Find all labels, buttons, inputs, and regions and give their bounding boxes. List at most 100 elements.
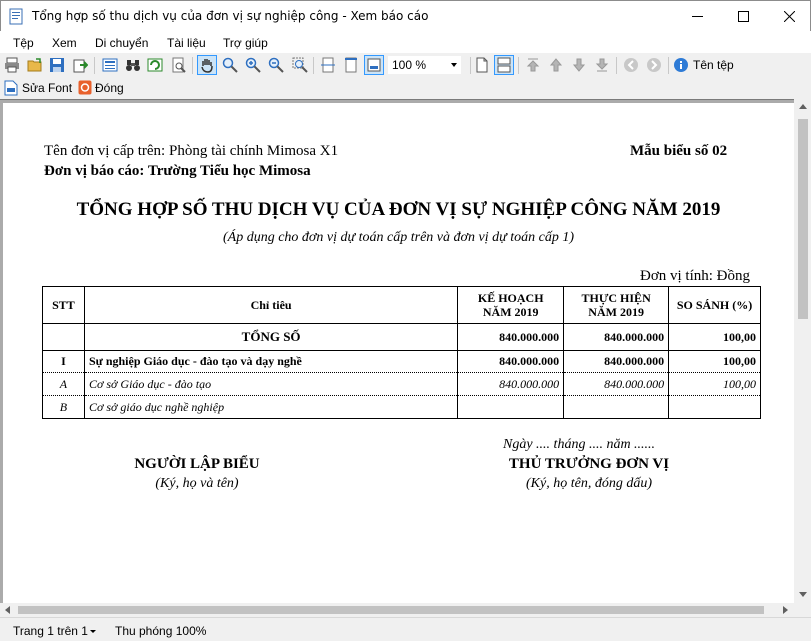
header-actual-line2: NĂM 2019	[588, 305, 644, 319]
table-of-contents-button[interactable]	[100, 55, 120, 75]
form-number: Mẫu biểu số 02	[630, 143, 728, 159]
report-page: Tên đơn vị cấp trên: Phòng tài chính Mim…	[3, 103, 794, 603]
whole-page-button[interactable]	[341, 55, 361, 75]
zoom-combobox[interactable]: 100 %	[387, 55, 462, 75]
date-line: Ngày .... tháng .... năm ......	[503, 437, 656, 452]
zoom-in-button[interactable]	[243, 55, 263, 75]
file-name-label[interactable]: Tên tệp	[693, 58, 734, 72]
zoom-out-button[interactable]	[266, 55, 286, 75]
actual-size-icon	[367, 58, 381, 72]
title-bar: Tổng hợp số thu dịch vụ của đơn vị sự ng…	[0, 0, 811, 31]
row-indicator: TỔNG SỐ	[83, 323, 459, 351]
header-plan-line2: NĂM 2019	[482, 305, 539, 319]
forward-button[interactable]	[644, 55, 664, 75]
save-button[interactable]	[47, 55, 67, 75]
magnifier-icon	[222, 57, 238, 73]
zoom-in-icon	[245, 57, 261, 73]
zoom-out-icon	[268, 57, 284, 73]
scroll-right-icon[interactable]	[783, 606, 788, 614]
head-title: THỦ TRƯỞNG ĐƠN VỊ	[508, 456, 670, 472]
print-button[interactable]	[2, 55, 22, 75]
vertical-scroll-thumb[interactable]	[798, 119, 808, 319]
menu-file[interactable]: Tệp	[13, 36, 34, 50]
file-name-button[interactable]	[671, 55, 691, 75]
menu-navigate[interactable]: Di chuyển	[95, 36, 148, 50]
row-plan: 840.000.000	[457, 372, 565, 396]
horizontal-scroll-thumb[interactable]	[18, 606, 764, 614]
minimize-button[interactable]	[674, 1, 720, 32]
row-stt	[42, 323, 85, 351]
row-indicator: Cơ sở Giáo dục - đào tạo	[83, 372, 459, 396]
back-button[interactable]	[621, 55, 641, 75]
refresh-button[interactable]	[145, 55, 165, 75]
last-page-button[interactable]	[592, 55, 612, 75]
row-stt: B	[42, 395, 85, 419]
row-actual	[563, 395, 670, 419]
secondary-toolbar: Sửa Font Đóng	[0, 78, 811, 99]
row-stt: A	[42, 372, 85, 396]
menu-bar: Tệp Xem Di chuyển Tài liệu Trợ giúp	[0, 31, 811, 53]
scroll-left-icon[interactable]	[5, 606, 10, 614]
menu-view[interactable]: Xem	[52, 36, 77, 50]
head-note: (Ký, họ tên, đóng dấu)	[526, 476, 652, 491]
edit-font-button[interactable]: Sửa Font	[22, 81, 72, 95]
arrow-down-icon	[572, 58, 586, 72]
export-icon	[73, 59, 88, 73]
find-button[interactable]	[123, 55, 143, 75]
zoom-tool-button[interactable]	[220, 55, 240, 75]
page-width-icon	[321, 57, 335, 73]
list-icon	[102, 58, 118, 72]
reporting-unit: Đơn vị báo cáo: Trường Tiểu học Mimosa	[44, 163, 311, 179]
row-actual: 840.000.000	[563, 372, 670, 396]
report-app-icon	[9, 8, 23, 25]
close-report-button[interactable]: Đóng	[95, 81, 124, 95]
row-actual: 840.000.000	[563, 350, 670, 373]
row-compare: 100,00	[668, 323, 761, 351]
parent-unit: Tên đơn vị cấp trên: Phòng tài chính Mim…	[44, 143, 339, 159]
edit-font-icon	[4, 80, 18, 96]
info-icon	[674, 58, 688, 72]
report-title: TỔNG HỢP SỐ THU DỊCH VỤ CỦA ĐƠN VỊ SỰ NG…	[76, 199, 721, 220]
maximize-icon	[737, 11, 749, 22]
scroll-up-icon[interactable]	[799, 104, 807, 109]
header-actual: THỰC HIỆN NĂM 2019	[563, 286, 670, 324]
previous-page-button[interactable]	[546, 55, 566, 75]
maximize-button[interactable]	[720, 1, 766, 32]
back-icon	[624, 58, 638, 72]
zoom-region-button[interactable]	[290, 55, 310, 75]
close-window-button[interactable]	[766, 1, 811, 32]
folder-open-icon	[27, 58, 42, 72]
continuous-view-button[interactable]	[494, 55, 514, 75]
scroll-down-icon[interactable]	[799, 592, 807, 597]
menu-document[interactable]: Tài liệu	[167, 36, 206, 50]
first-page-button[interactable]	[523, 55, 543, 75]
row-plan: 840.000.000	[457, 350, 565, 373]
page-search-icon	[172, 57, 186, 73]
header-plan-line1: KẾ HOẠCH	[477, 291, 544, 305]
status-bar: Trang 1 trên 1 Thu phóng 100%	[0, 617, 811, 641]
menu-help[interactable]: Trợ giúp	[223, 36, 268, 50]
whole-page-icon	[345, 57, 357, 73]
close-report-icon	[78, 80, 92, 95]
hand-tool-button[interactable]	[197, 55, 217, 75]
header-compare: SO SÁNH (%)	[668, 286, 761, 324]
page-setup-button[interactable]	[169, 55, 189, 75]
page-width-button[interactable]	[318, 55, 338, 75]
page-dropdown-icon[interactable]	[90, 630, 96, 633]
single-page-button[interactable]	[472, 55, 492, 75]
header-indicator: Chỉ tiêu	[83, 286, 459, 324]
table-header-row: STT Chỉ tiêu KẾ HOẠCH NĂM 2019 THỰC HIỆN…	[42, 286, 761, 324]
table-row: A Cơ sở Giáo dục - đào tạo 840.000.000 8…	[42, 372, 761, 396]
page-indicator[interactable]: Trang 1 trên 1	[13, 624, 88, 638]
open-button[interactable]	[25, 55, 45, 75]
row-indicator: Cơ sở giáo dục nghề nghiệp	[83, 395, 459, 419]
actual-size-button[interactable]	[364, 55, 384, 75]
refresh-icon	[147, 58, 163, 72]
scrollbar-corner	[794, 603, 811, 617]
chevron-down-icon[interactable]	[451, 63, 457, 67]
next-page-button[interactable]	[569, 55, 589, 75]
row-compare	[668, 395, 761, 419]
export-button[interactable]	[70, 55, 90, 75]
printer-icon	[5, 57, 19, 73]
report-subtitle: (Áp dụng cho đơn vị dự toán cấp trên và …	[223, 230, 574, 245]
